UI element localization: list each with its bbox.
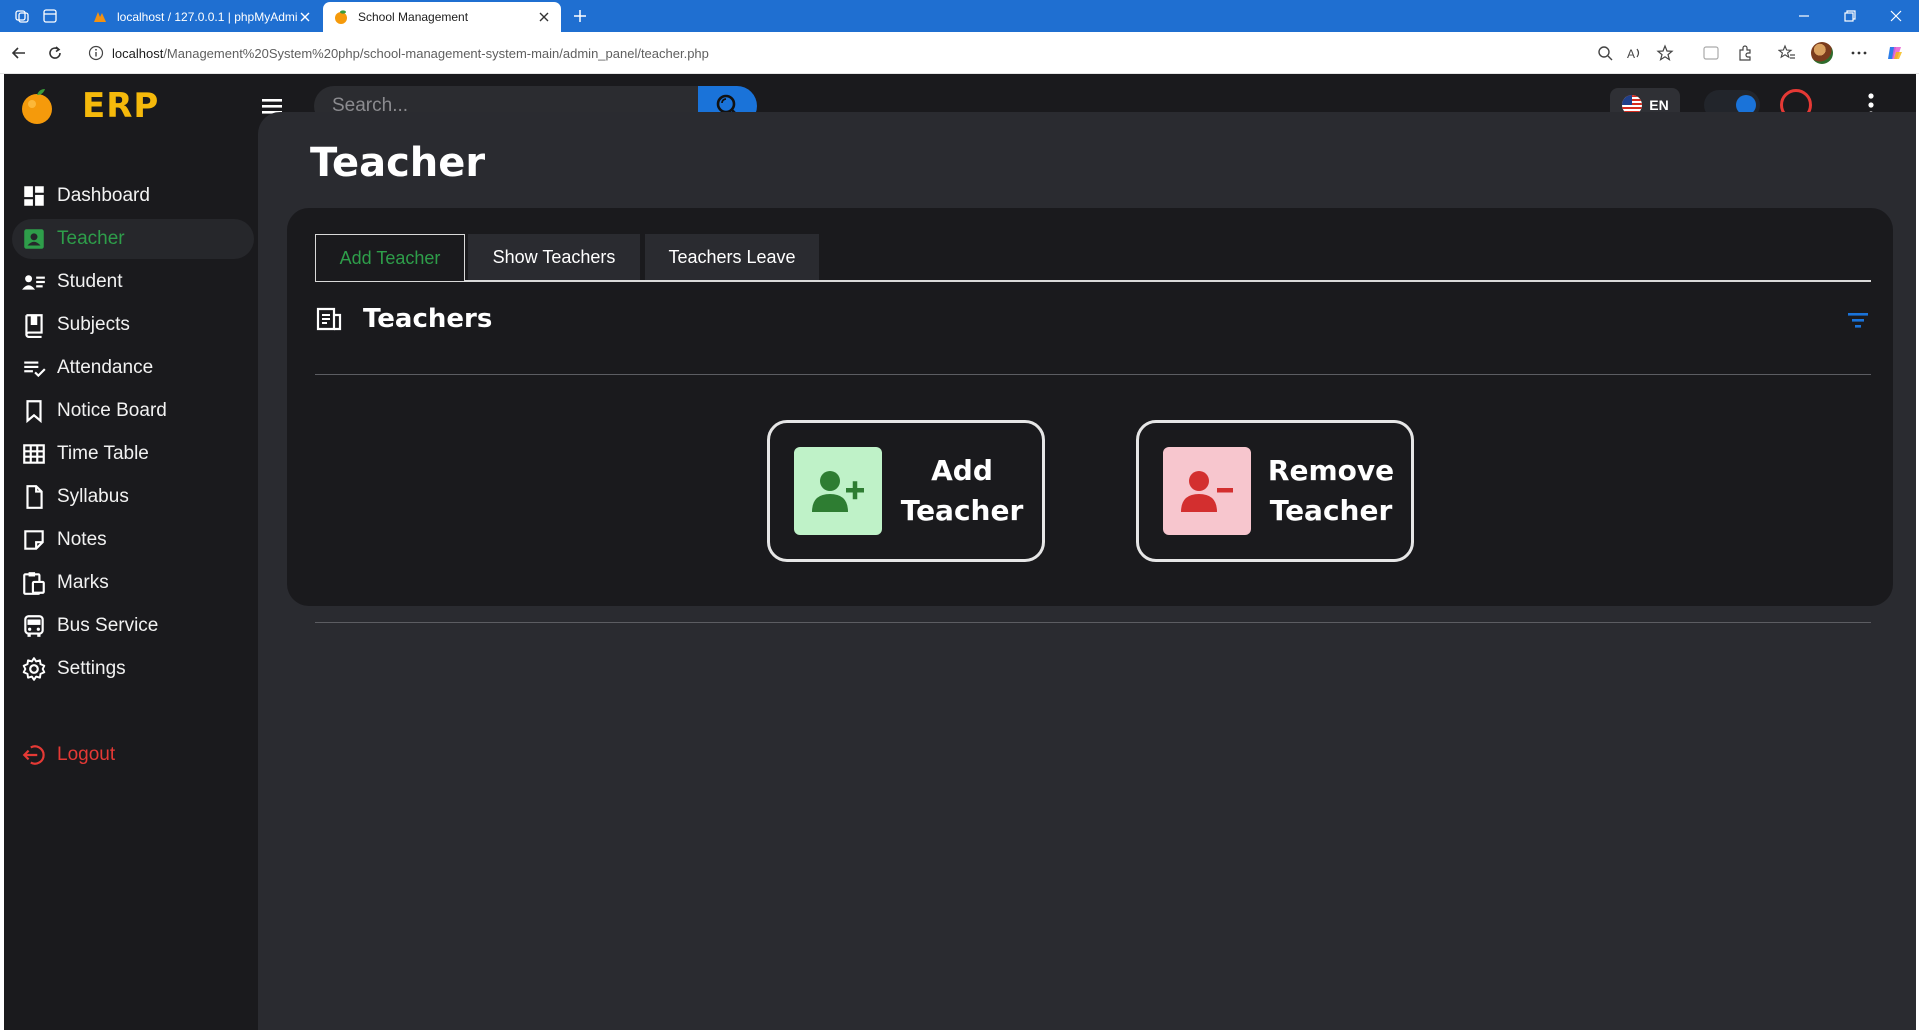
sidebar-item-subjects[interactable]: Subjects	[12, 305, 254, 345]
sidebar-item-attendance[interactable]: Attendance	[12, 348, 254, 388]
tabs-divider	[315, 280, 1871, 282]
close-tab-icon[interactable]	[298, 10, 312, 24]
sidebar-item-label: Marks	[57, 572, 109, 593]
bus-icon	[24, 615, 44, 637]
sidebar-item-label: Notice Board	[57, 400, 167, 421]
sidebar-item-label: Time Table	[57, 443, 149, 464]
sidebar-item-logout[interactable]: Logout	[12, 735, 254, 775]
sidebar-item-syllabus[interactable]: Syllabus	[12, 477, 254, 517]
dashboard-icon	[24, 186, 44, 206]
close-window-icon[interactable]	[1888, 8, 1904, 24]
note-icon	[24, 530, 44, 550]
add-teacher-card[interactable]: Add Teacher	[767, 420, 1045, 562]
orange-logo-icon	[22, 89, 52, 124]
read-aloud-icon[interactable]: A	[1626, 44, 1644, 62]
minimize-icon[interactable]	[1796, 8, 1812, 24]
remove-teacher-card[interactable]: Remove Teacher	[1136, 420, 1414, 562]
remove-teacher-label: Remove Teacher	[1267, 454, 1395, 527]
sidebar-item-label: Teacher	[57, 228, 125, 249]
clipboard-icon	[23, 572, 45, 595]
gear-icon	[22, 657, 46, 681]
language-label: EN	[1649, 97, 1669, 113]
url-host: localhost	[112, 45, 164, 61]
more-options-icon[interactable]	[1850, 44, 1868, 62]
bookmark-icon	[26, 400, 42, 424]
sidebar-item-marks[interactable]: Marks	[12, 563, 254, 603]
close-tab-icon[interactable]	[537, 10, 551, 24]
browser-tab-school-management[interactable]: School Management	[323, 2, 561, 32]
sidebar-item-time-table[interactable]: Time Table	[12, 434, 254, 474]
document-icon	[26, 485, 43, 509]
browser-tab-title: localhost / 127.0.0.1 | phpMyAdmin	[117, 10, 298, 24]
split-screen-icon[interactable]	[1702, 44, 1720, 62]
sidebar-item-notice-board[interactable]: Notice Board	[12, 391, 254, 431]
section-header: Teachers	[315, 304, 492, 334]
sidebar-item-label: Syllabus	[57, 486, 129, 507]
sidebar-item-label: Settings	[57, 658, 126, 679]
phpmyadmin-favicon-icon	[94, 12, 106, 22]
brand-logo[interactable]: ERP	[18, 86, 159, 126]
sidebar-item-label: Logout	[57, 744, 116, 765]
workspaces-icon[interactable]	[14, 8, 30, 24]
book-icon	[25, 314, 43, 338]
browser-tab-phpmyadmin[interactable]: localhost / 127.0.0.1 | phpMyAdmin	[82, 2, 322, 32]
extensions-icon[interactable]	[1736, 44, 1754, 62]
refresh-icon[interactable]	[46, 44, 64, 62]
sidebar-item-dashboard[interactable]: Dashboard	[12, 176, 254, 216]
sidebar-item-teacher[interactable]: Teacher	[12, 219, 254, 259]
remove-user-icon	[1181, 471, 1233, 512]
orange-favicon-icon	[335, 10, 347, 24]
sidebar-item-label: Student	[57, 271, 123, 292]
list-document-icon	[316, 307, 342, 331]
checklist-icon	[24, 361, 46, 378]
favorites-icon[interactable]	[1778, 44, 1796, 62]
address-bar-row: localhost/Management%20System%20php/scho…	[0, 32, 1919, 74]
sidebar-item-label: Attendance	[57, 357, 154, 378]
add-teacher-label: Add Teacher	[900, 454, 1024, 527]
sidebar-item-bus-service[interactable]: Bus Service	[12, 606, 254, 646]
sidebar-item-label: Notes	[57, 529, 107, 550]
site-info-icon[interactable]	[88, 45, 104, 61]
add-user-icon	[812, 471, 864, 512]
sidebar-item-notes[interactable]: Notes	[12, 520, 254, 560]
page-title: Teacher	[310, 140, 486, 186]
url-field[interactable]: localhost/Management%20System%20php/scho…	[78, 38, 1686, 68]
tab-add-teacher[interactable]: Add Teacher	[315, 234, 465, 281]
section-title: Teachers	[363, 304, 493, 334]
favorite-star-icon[interactable]	[1656, 44, 1674, 62]
logout-icon	[22, 745, 45, 765]
tab-actions-icon[interactable]	[42, 8, 58, 24]
sidebar: ERP Dashboard Teacher Student Subjects A…	[4, 74, 258, 1030]
panel-tabs: Add Teacher Show Teachers Teachers Leave	[315, 234, 1871, 282]
student-icon	[22, 275, 45, 290]
svg-text:A: A	[1627, 47, 1635, 61]
sidebar-item-settings[interactable]: Settings	[12, 649, 254, 689]
url-path: /Management%20System%20php/school-manage…	[163, 45, 709, 61]
new-tab-icon[interactable]	[572, 8, 588, 24]
teacher-icon	[24, 229, 44, 249]
main-content: Teacher Add Teacher Show Teachers Teache…	[258, 112, 1916, 1030]
app-root: ERP Dashboard Teacher Student Subjects A…	[4, 74, 1916, 1030]
profile-avatar[interactable]	[1811, 42, 1833, 64]
footer-divider	[315, 622, 1871, 623]
browser-tab-bar: localhost / 127.0.0.1 | phpMyAdmin Schoo…	[0, 0, 1919, 32]
sidebar-item-student[interactable]: Student	[12, 262, 254, 302]
browser-tab-title: School Management	[358, 10, 469, 24]
section-divider	[315, 374, 1871, 375]
sidebar-item-label: Dashboard	[57, 185, 150, 206]
restore-icon[interactable]	[1842, 8, 1858, 24]
remove-teacher-icon-box	[1163, 447, 1251, 535]
zoom-icon[interactable]	[1596, 44, 1614, 62]
add-teacher-icon-box	[794, 447, 882, 535]
grid-table-icon	[23, 444, 45, 464]
teacher-panel: Add Teacher Show Teachers Teachers Leave…	[287, 208, 1893, 623]
logo-text: ERP	[82, 86, 160, 126]
copilot-icon[interactable]	[1886, 44, 1904, 62]
back-arrow-icon[interactable]	[10, 44, 28, 62]
filter-icon[interactable]	[1847, 310, 1869, 330]
tab-teachers-leave[interactable]: Teachers Leave	[645, 234, 819, 280]
tab-show-teachers[interactable]: Show Teachers	[468, 234, 640, 280]
sidebar-item-label: Bus Service	[57, 615, 159, 636]
sidebar-item-label: Subjects	[57, 314, 130, 335]
